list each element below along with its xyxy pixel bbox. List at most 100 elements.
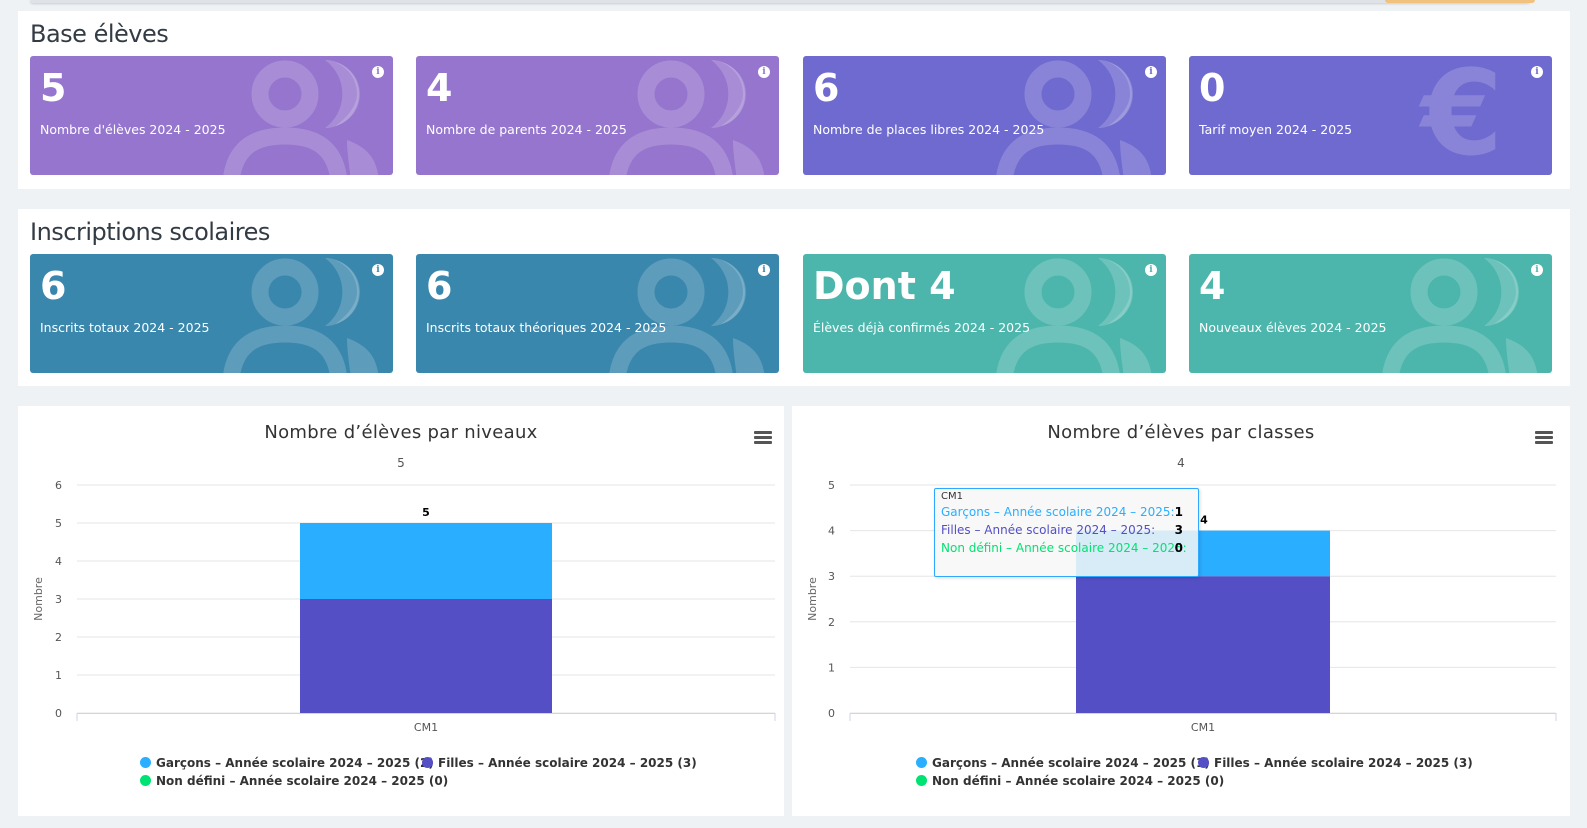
top-bar-accent [1385,0,1535,3]
info-icon[interactable]: i [1531,66,1543,78]
chart-panel-classes: Nombre d’élèves par classes 4 0 1 2 3 4 5 Nomb… [792,406,1570,816]
bar-segment [300,599,552,713]
y-tick-label: 5 [55,517,62,530]
bar-total-label: 4 [1200,514,1208,527]
legend-item[interactable]: Filles – Année scolaire 2024 – 2025 (3) [1198,756,1473,770]
legend-item[interactable]: Non défini – Année scolaire 2024 – 2025 … [916,774,1224,788]
stat-card: 4 Nombre de parents 2024 - 2025 i [416,56,779,175]
y-tick-label: 2 [828,616,835,629]
info-icon[interactable]: i [1531,264,1543,276]
users-icon [609,254,769,373]
stat-label: Inscrits totaux théoriques 2024 - 2025 [426,320,667,335]
legend-label: Non défini – Année scolaire 2024 – 2025 … [932,774,1225,788]
users-icon [223,56,383,175]
stat-value: 0 [1199,66,1226,110]
y-tick-label: 6 [55,479,62,492]
users-icon [1382,254,1542,373]
info-icon[interactable]: i [758,66,770,78]
stat-card: 5 Nombre d'élèves 2024 - 2025 i [30,56,393,175]
stat-label: Tarif moyen 2024 - 2025 [1199,122,1353,137]
legend-dot-icon [140,757,151,768]
stat-label: Inscrits totaux 2024 - 2025 [40,320,210,335]
y-tick-label: 4 [55,555,62,568]
tooltip-row-garcons: Garçons – Année scolaire 2024 – 2025: 1 [941,505,1191,519]
legend-label: Filles – Année scolaire 2024 – 2025 (3) [1214,756,1473,770]
section-title: Inscriptions scolaires [30,218,270,246]
tooltip-row-nondefini: Non défini – Année scolaire 2024 – 2025:… [941,541,1191,555]
legend-label: Garçons – Année scolaire 2024 – 2025 (1) [932,756,1210,770]
legend-dot-icon [422,757,433,768]
tooltip-label: Non défini – Année scolaire 2024 – 2025: [941,541,1187,555]
chart-niveaux-plot: 0 1 2 3 4 5 6 Nombre 5 CM1 [32,479,776,734]
legend-dot-icon [1198,757,1209,768]
x-tick-label: CM1 [414,721,438,734]
y-tick-label: 3 [55,593,62,606]
y-tick-label: 0 [55,707,62,720]
stat-value: 6 [426,264,453,308]
stat-label: Nombre de places libres 2024 - 2025 [813,122,1045,137]
legend-item[interactable]: Garçons – Année scolaire 2024 – 2025 (2) [140,756,434,770]
y-tick-label: 1 [55,669,62,682]
tooltip-value: 1 [1174,505,1183,519]
info-icon[interactable]: i [758,264,770,276]
stat-value: 4 [426,66,453,110]
tooltip-row-filles: Filles – Année scolaire 2024 – 2025: 3 [941,523,1191,537]
stat-card: 6 Inscrits totaux théoriques 2024 - 2025 i [416,254,779,373]
legend-item[interactable]: Non défini – Année scolaire 2024 – 2025 … [140,774,448,788]
stat-label: Nombre de parents 2024 - 2025 [426,122,627,137]
bar-total-label: 5 [422,506,430,519]
tooltip-label: Garçons – Année scolaire 2024 – 2025: [941,505,1175,519]
y-tick-label: 5 [828,479,835,492]
stat-value: Dont 4 [813,264,956,308]
tooltip-value: 0 [1174,541,1183,555]
x-tick-label: CM1 [1191,721,1215,734]
legend-dot-icon [916,757,927,768]
top-bar-edge [30,0,1530,3]
section-title: Base élèves [30,20,169,48]
chart-tooltip: CM1 Garçons – Année scolaire 2024 – 2025… [934,488,1199,577]
info-icon[interactable]: i [1145,264,1157,276]
tooltip-label: Filles – Année scolaire 2024 – 2025: [941,523,1156,537]
stat-card: 6 Inscrits totaux 2024 - 2025 i [30,254,393,373]
stat-card: 4 Nouveaux élèves 2024 - 2025 i [1189,254,1552,373]
legend-item[interactable]: Filles – Année scolaire 2024 – 2025 (3) [422,756,697,770]
stat-label: Élèves déjà confirmés 2024 - 2025 [813,320,1031,335]
section-base-eleves: Base élèves 5 Nombre d'élèves 2024 - 2025… [18,11,1570,189]
chart-classes-plot: 0 1 2 3 4 5 Nombre 4 CM1 [806,479,1557,734]
stat-value: 6 [813,66,840,110]
users-icon [996,254,1156,373]
euro-icon: € [1382,56,1542,175]
chart-panel-niveaux: Nombre d’élèves par niveaux 5 0 1 2 3 4 5 6 Nom… [18,406,784,816]
legend-dot-icon [916,775,927,786]
tooltip-value: 3 [1174,523,1183,537]
svg-text:€: € [1418,56,1503,175]
y-tick-label: 1 [828,661,835,674]
legend-label: Filles – Année scolaire 2024 – 2025 (3) [438,756,697,770]
info-icon[interactable]: i [372,66,384,78]
stat-label: Nouveaux élèves 2024 - 2025 [1199,320,1387,335]
users-icon [223,254,383,373]
y-tick-label: 4 [828,525,835,538]
bar-segment [300,523,552,599]
stat-value: 5 [40,66,67,110]
y-tick-label: 3 [828,570,835,583]
tooltip-header: CM1 [941,491,963,502]
users-icon [609,56,769,175]
info-icon[interactable]: i [372,264,384,276]
y-tick-label: 0 [828,707,835,720]
legend-item[interactable]: Garçons – Année scolaire 2024 – 2025 (1) [916,756,1210,770]
legend-label: Garçons – Année scolaire 2024 – 2025 (2) [156,756,434,770]
stat-card: Dont 4 Élèves déjà confirmés 2024 - 2025 i [803,254,1166,373]
stat-card: 6 Nombre de places libres 2024 - 2025 i [803,56,1166,175]
legend-label: Non défini – Année scolaire 2024 – 2025 … [156,774,449,788]
legend-dot-icon [140,775,151,786]
stat-value: 6 [40,264,67,308]
users-icon [996,56,1156,175]
y-axis-label: Nombre [32,577,45,621]
info-icon[interactable]: i [1145,66,1157,78]
y-axis-label: Nombre [806,577,819,621]
section-inscriptions: Inscriptions scolaires 6 Inscrits totaux … [18,209,1570,386]
stat-label: Nombre d'élèves 2024 - 2025 [40,122,226,137]
stat-value: 4 [1199,264,1226,308]
y-tick-label: 2 [55,631,62,644]
